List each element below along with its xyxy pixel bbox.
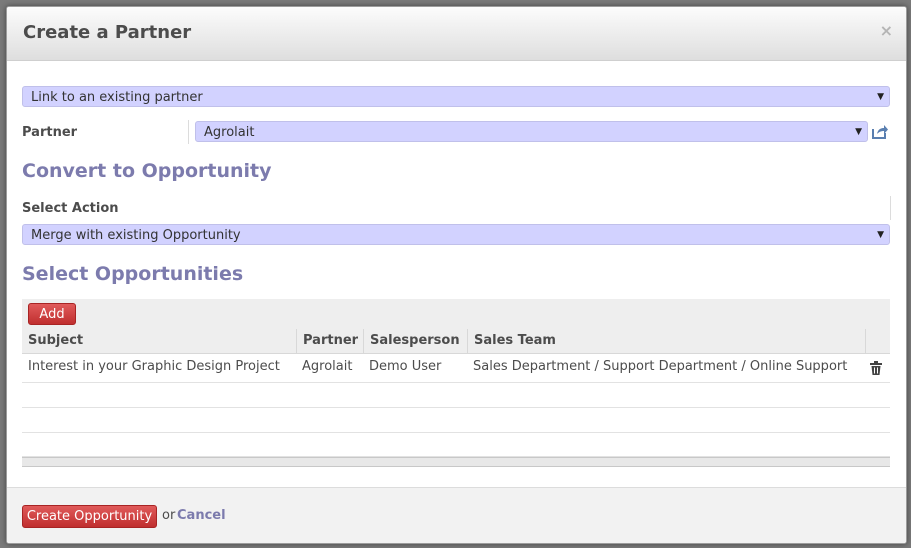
empty-row (22, 408, 890, 433)
table-row[interactable]: Interest in your Graphic Design Project … (22, 354, 890, 383)
add-button[interactable]: Add (28, 303, 76, 325)
column-header-sales-team[interactable]: Sales Team (467, 329, 865, 353)
dialog-header: Create a Partner × (7, 7, 906, 61)
chevron-down-icon: ▼ (877, 230, 884, 240)
cell-subject: Interest in your Graphic Design Project (28, 359, 280, 374)
list-footer (22, 457, 890, 467)
opportunities-list: Add Subject Partner Salesperson Sales Te… (22, 299, 890, 469)
partner-label: Partner (22, 125, 78, 140)
opportunities-section-title: Select Opportunities (22, 263, 244, 285)
dialog-title: Create a Partner (23, 22, 192, 43)
select-action-value: Merge with existing Opportunity (31, 228, 241, 243)
column-header-actions (865, 329, 890, 353)
partner-select-value: Agrolait (204, 125, 255, 140)
column-header-subject[interactable]: Subject (22, 329, 296, 353)
empty-row (22, 383, 890, 408)
cell-partner: Agrolait (302, 359, 353, 374)
external-link-icon[interactable] (872, 124, 889, 143)
column-header-partner[interactable]: Partner (296, 329, 363, 353)
column-header-salesperson[interactable]: Salesperson (363, 329, 467, 353)
close-icon[interactable]: × (880, 21, 893, 40)
chevron-down-icon: ▼ (855, 127, 862, 137)
cell-sales-team: Sales Department / Support Department / … (473, 359, 848, 374)
chevron-down-icon: ▼ (877, 92, 884, 102)
cell-salesperson: Demo User (369, 359, 442, 374)
action-select[interactable]: Link to an existing partner ▼ (22, 86, 890, 107)
list-toolbar: Add (22, 299, 890, 329)
select-action-separator (890, 196, 891, 220)
partner-label-separator (188, 120, 189, 144)
create-opportunity-button[interactable]: Create Opportunity (22, 505, 157, 528)
select-action-label: Select Action (22, 201, 119, 216)
convert-section-title: Convert to Opportunity (22, 160, 272, 182)
create-partner-dialog: Create a Partner × Link to an existing p… (6, 6, 907, 544)
action-select-value: Link to an existing partner (31, 90, 203, 105)
or-text: or (162, 508, 176, 523)
trash-icon[interactable] (870, 361, 882, 379)
cancel-link[interactable]: Cancel (177, 508, 226, 523)
list-header: Subject Partner Salesperson Sales Team (22, 329, 890, 354)
dialog-footer: Create Opportunity or Cancel (7, 487, 906, 543)
select-action-select[interactable]: Merge with existing Opportunity ▼ (22, 224, 890, 245)
empty-row (22, 433, 890, 457)
partner-select[interactable]: Agrolait ▼ (195, 121, 868, 142)
